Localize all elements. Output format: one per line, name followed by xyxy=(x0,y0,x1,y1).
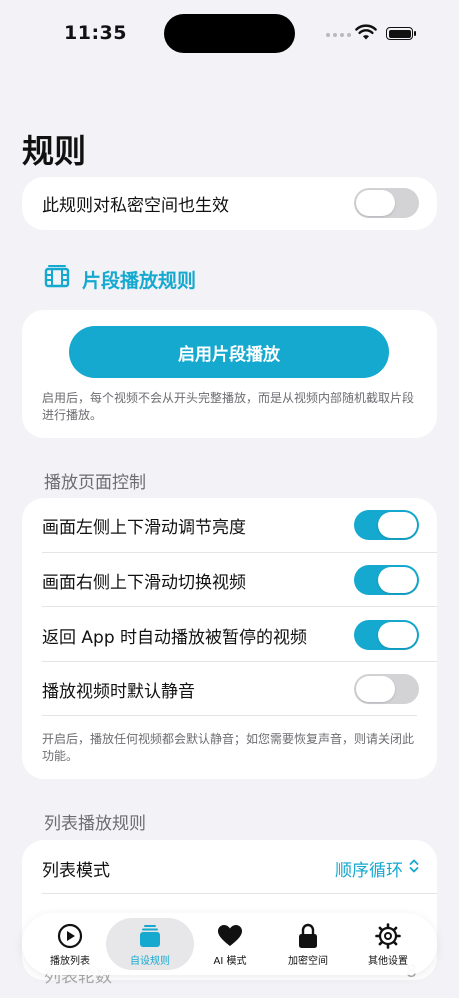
divider xyxy=(42,606,437,607)
divider xyxy=(42,552,437,553)
playback-controls-card: 画面左侧上下滑动调节亮度 画面右侧上下滑动切换视频 返回 App 时自动播放被暂… xyxy=(22,498,437,779)
lock-icon xyxy=(298,922,318,950)
divider xyxy=(42,715,417,716)
tab-label: 其他设置 xyxy=(368,956,408,967)
status-bar: 11:35 xyxy=(0,0,459,70)
list-mode-selector[interactable]: 顺序循环 xyxy=(335,856,419,881)
cellular-signal-icon xyxy=(326,33,351,37)
clip-section-title: 片段播放规则 xyxy=(44,264,196,295)
autoplay-row: 返回 App 时自动播放被暂停的视频 xyxy=(42,611,419,659)
mute-description: 开启后，播放任何视频都会默认静音；如您需要恢复声音，则请关闭此功能。 xyxy=(42,732,415,763)
stack-icon xyxy=(138,922,162,950)
toggle-knob xyxy=(378,567,417,593)
list-mode-row[interactable]: 列表模式 顺序循环 xyxy=(42,844,419,892)
private-space-label: 此规则对私密空间也生效 xyxy=(42,195,229,216)
gear-icon xyxy=(375,922,401,950)
tab-encrypted-space[interactable]: 加密空间 xyxy=(268,918,348,970)
toggle-knob xyxy=(356,676,395,702)
status-time: 11:35 xyxy=(64,22,127,44)
autoplay-toggle[interactable] xyxy=(354,620,419,650)
mute-label: 播放视频时默认静音 xyxy=(42,681,195,702)
enable-clip-button[interactable]: 启用片段播放 xyxy=(69,326,389,378)
page-title: 规则 xyxy=(22,132,87,170)
brightness-toggle[interactable] xyxy=(354,510,419,540)
brightness-row: 画面左侧上下滑动调节亮度 xyxy=(42,501,419,549)
switch-video-toggle[interactable] xyxy=(354,565,419,595)
mute-toggle[interactable] xyxy=(354,674,419,704)
list-mode-value: 顺序循环 xyxy=(335,860,403,881)
toggle-knob xyxy=(356,190,395,216)
film-icon xyxy=(44,264,70,295)
tab-bar: 播放列表 自设规则 AI 模式 加密空间 其他设置 xyxy=(22,913,437,975)
playback-controls-header: 播放页面控制 xyxy=(44,473,146,493)
autoplay-label: 返回 App 时自动播放被暂停的视频 xyxy=(42,627,308,648)
tab-label: 播放列表 xyxy=(50,956,90,967)
chevron-up-down-icon xyxy=(409,858,419,878)
tab-ai-mode[interactable]: AI 模式 xyxy=(190,918,270,970)
battery-icon xyxy=(386,27,416,40)
toggle-knob xyxy=(378,622,417,648)
switch-video-label: 画面右侧上下滑动切换视频 xyxy=(42,572,246,593)
mute-row: 播放视频时默认静音 xyxy=(42,665,419,713)
toggle-knob xyxy=(378,512,417,538)
tab-label: 加密空间 xyxy=(288,956,328,967)
list-mode-label: 列表模式 xyxy=(42,860,110,881)
clip-card: 启用片段播放 启用后，每个视频不会从开头完整播放，而是从视频内部随机截取片段进行… xyxy=(22,310,437,438)
dynamic-island xyxy=(164,14,295,53)
clip-section-title-text: 片段播放规则 xyxy=(82,270,197,292)
clip-description: 启用后，每个视频不会从开头完整播放，而是从视频内部随机截取片段进行播放。 xyxy=(42,391,415,422)
private-space-card: 此规则对私密空间也生效 xyxy=(22,177,437,230)
brightness-label: 画面左侧上下滑动调节亮度 xyxy=(42,517,246,538)
tab-other-settings[interactable]: 其他设置 xyxy=(348,918,428,970)
divider xyxy=(42,893,437,894)
wifi-icon xyxy=(355,24,377,45)
list-rules-header: 列表播放规则 xyxy=(44,814,146,834)
private-space-toggle[interactable] xyxy=(354,188,419,218)
tab-playlist[interactable]: 播放列表 xyxy=(30,918,110,970)
private-space-row: 此规则对私密空间也生效 xyxy=(42,179,419,227)
tab-label: 自设规则 xyxy=(130,956,170,967)
tab-custom-rules[interactable]: 自设规则 xyxy=(106,918,194,970)
heart-icon xyxy=(217,922,243,950)
play-circle-icon xyxy=(57,922,83,950)
divider xyxy=(42,661,437,662)
switch-video-row: 画面右侧上下滑动切换视频 xyxy=(42,556,419,604)
tab-label: AI 模式 xyxy=(213,956,247,967)
